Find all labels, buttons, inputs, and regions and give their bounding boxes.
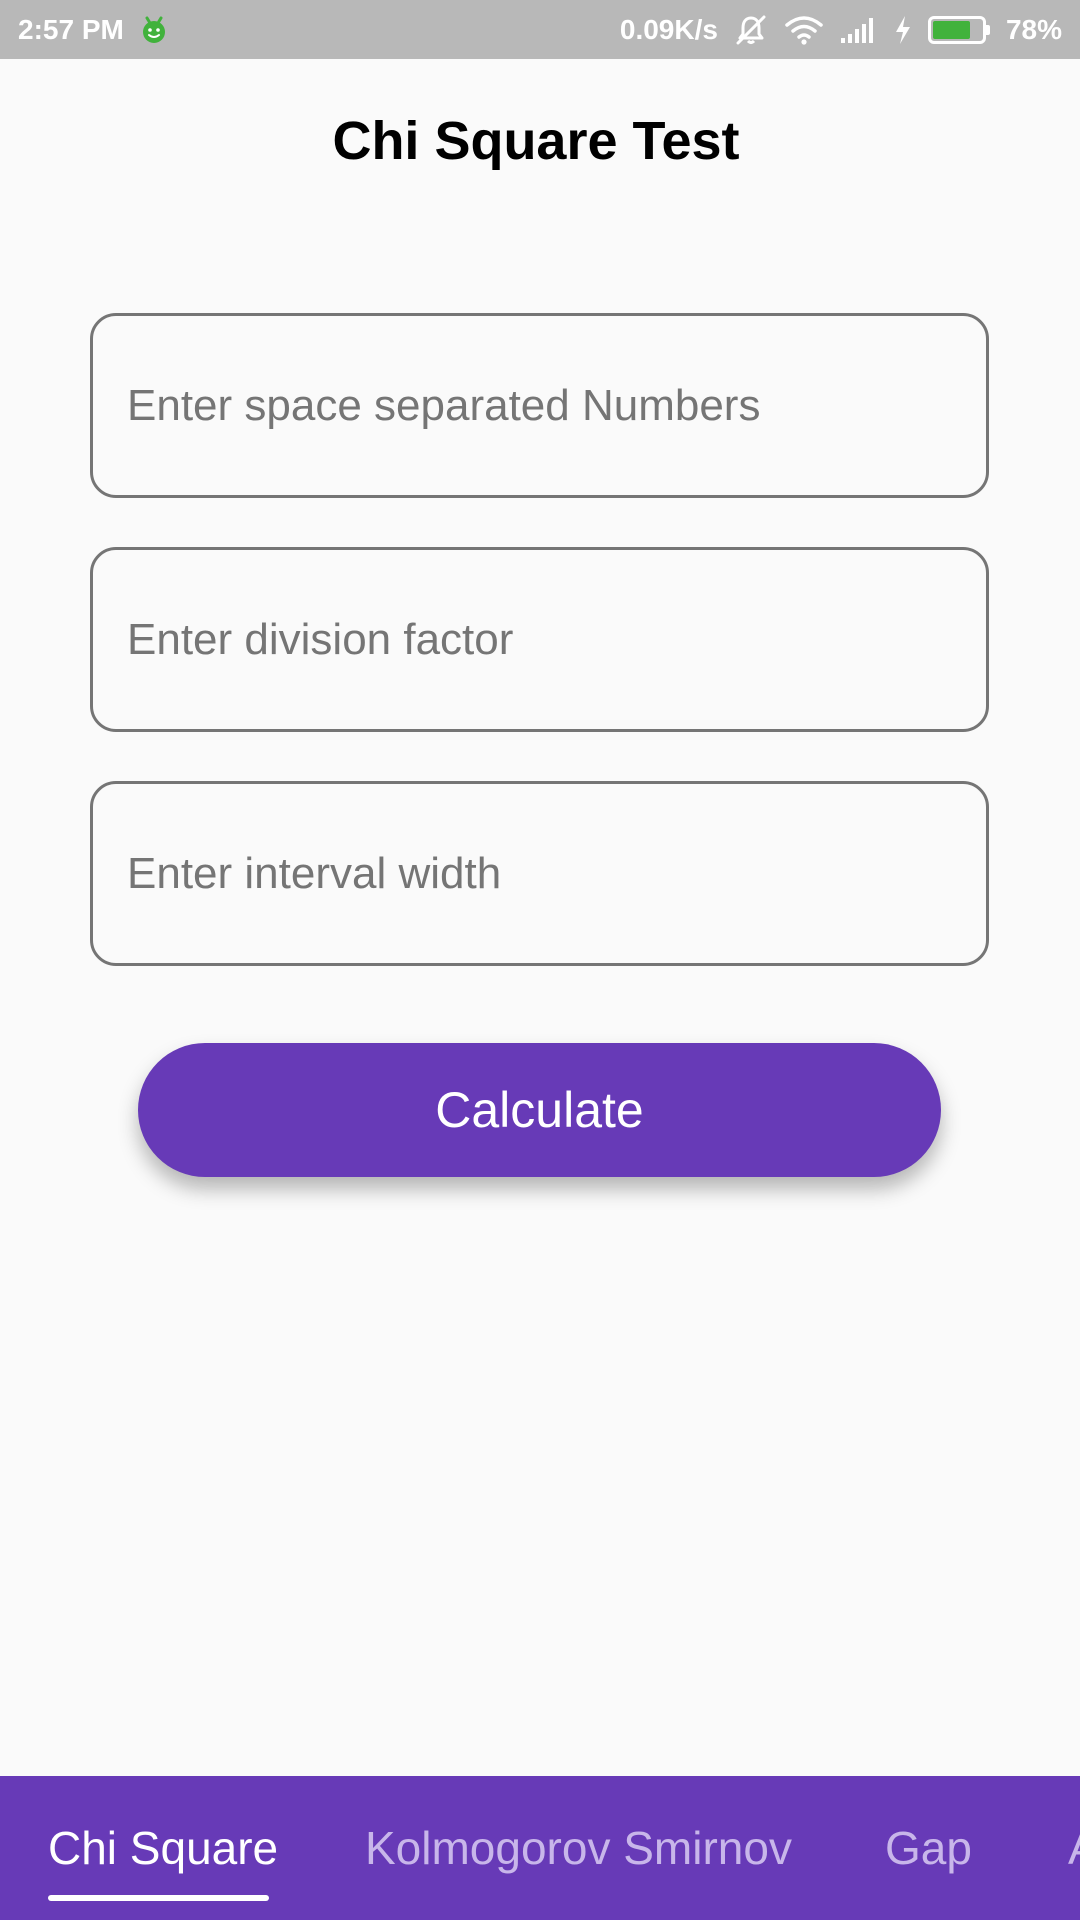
battery-tip xyxy=(985,24,990,35)
charging-icon xyxy=(894,15,912,45)
numbers-field xyxy=(90,313,989,498)
wifi-icon xyxy=(784,15,824,45)
status-bar: 2:57 PM 0.09K/s 78% xyxy=(0,0,1080,59)
battery-fill xyxy=(932,20,971,39)
android-icon xyxy=(140,15,168,45)
division-factor-input[interactable] xyxy=(127,614,952,665)
tab-gap[interactable]: Gap xyxy=(885,1776,972,1920)
calculate-button[interactable]: Calculate xyxy=(138,1043,941,1177)
interval-width-input[interactable] xyxy=(127,848,952,899)
battery-body xyxy=(927,15,986,44)
network-speed: 0.09K/s xyxy=(619,13,718,45)
status-bar-left: 2:57 PM xyxy=(18,14,168,46)
tab-kolmogorov-smirnov[interactable]: Kolmogorov Smirnov xyxy=(365,1776,792,1920)
page-title: Chi Square Test xyxy=(332,111,740,171)
screen: 2:57 PM 0.09K/s 78% Chi Square Test Ente… xyxy=(0,0,1080,1920)
mute-icon xyxy=(734,13,768,47)
tab-next-partial[interactable]: A xyxy=(1068,1776,1080,1920)
interval-width-field xyxy=(90,781,989,966)
status-time: 2:57 PM xyxy=(18,13,124,45)
bottom-tab-bar: Chi Square Kolmogorov Smirnov Gap A xyxy=(0,1776,1080,1920)
battery-icon xyxy=(927,15,990,44)
numbers-input[interactable] xyxy=(127,380,952,431)
active-tab-indicator xyxy=(48,1895,269,1901)
status-bar-right: 0.09K/s 78% xyxy=(620,13,1062,47)
battery-percent: 78% xyxy=(1005,13,1062,45)
division-factor-field xyxy=(90,547,989,732)
signal-icon xyxy=(840,16,878,44)
